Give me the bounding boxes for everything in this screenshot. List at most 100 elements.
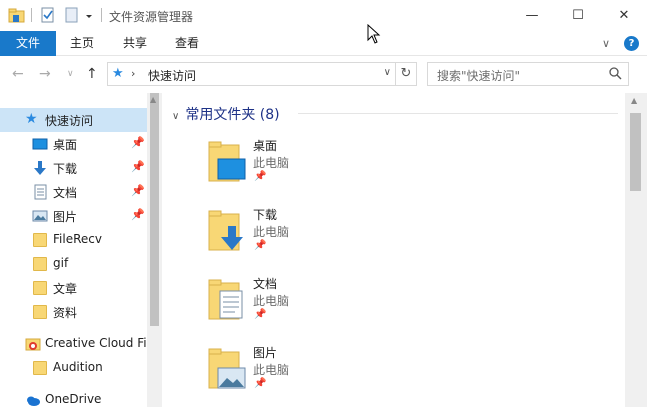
scroll-up-icon[interactable]: ▲ xyxy=(150,95,156,104)
up-arrow-icon[interactable]: ↑ xyxy=(86,66,98,82)
close-icon: ✕ xyxy=(618,8,630,23)
ribbon-tabs: 文件 主页 共享 查看 ∨ ? xyxy=(0,31,647,56)
pin-icon: 📌 xyxy=(254,240,267,251)
breadcrumb-quick-access[interactable]: 快速访问 xyxy=(148,67,196,84)
tile-location: 此电脑 xyxy=(253,156,290,170)
sidebar-item-label: FileRecv xyxy=(53,232,102,246)
refresh-button[interactable]: ↻ xyxy=(396,62,417,86)
folder-tile-documents[interactable]: 文档 此电脑 📌 xyxy=(203,275,403,335)
customize-toolbar-icon[interactable] xyxy=(84,7,94,25)
pin-icon[interactable]: 📌 xyxy=(131,184,145,197)
folder-icon xyxy=(33,281,47,295)
explorer-folder-icon[interactable] xyxy=(8,7,26,25)
sidebar-item-label: Audition xyxy=(53,360,103,374)
sidebar-item-label: 资料 xyxy=(53,306,78,320)
group-divider xyxy=(298,113,618,114)
folder-tile-downloads[interactable]: 下载 此电脑 📌 xyxy=(203,206,403,266)
sidebar-item-gif[interactable]: gif xyxy=(0,252,147,276)
pin-icon: 📌 xyxy=(254,378,267,389)
chevron-down-icon[interactable]: ∨ xyxy=(172,111,179,122)
toolbar-separator xyxy=(101,8,102,22)
sidebar-item-label: 文档 xyxy=(53,186,78,200)
properties-icon[interactable] xyxy=(40,7,56,25)
desktop-folder-icon xyxy=(208,141,246,182)
tab-view[interactable]: 查看 xyxy=(168,31,206,56)
folder-tile-desktop[interactable]: 桌面 此电脑 📌 xyxy=(203,137,403,197)
address-dropdown-icon[interactable]: ∨ xyxy=(384,67,391,78)
scrollbar-thumb[interactable] xyxy=(630,113,641,191)
creative-cloud-icon xyxy=(25,338,41,351)
sidebar-item-label: 桌面 xyxy=(53,138,78,152)
sidebar-item-quick-access[interactable]: ★ 快速访问 xyxy=(0,108,147,132)
pin-icon[interactable]: 📌 xyxy=(131,160,145,173)
tile-location: 此电脑 xyxy=(253,225,290,239)
picture-icon xyxy=(32,210,48,222)
search-placeholder: 搜索"快速访问" xyxy=(437,69,521,83)
tile-location: 此电脑 xyxy=(253,294,290,308)
group-title: 常用文件夹 (8) xyxy=(185,107,280,123)
sidebar-item-label: Creative Cloud Fil xyxy=(45,336,150,350)
download-icon xyxy=(34,161,46,175)
desktop-icon xyxy=(32,138,48,150)
folder-icon xyxy=(33,361,47,375)
tile-name: 文档 xyxy=(253,277,278,291)
sidebar-item-onedrive[interactable]: OneDrive xyxy=(0,388,147,407)
scrollbar-thumb[interactable] xyxy=(150,93,159,326)
sidebar-item-label: 图片 xyxy=(53,210,78,224)
new-folder-icon[interactable] xyxy=(64,7,80,25)
pin-icon[interactable]: 📌 xyxy=(131,136,145,149)
tab-share[interactable]: 共享 xyxy=(116,31,154,56)
forward-arrow-icon[interactable]: → xyxy=(39,66,51,82)
download-folder-icon xyxy=(208,210,243,251)
group-header-frequent-folders[interactable]: ∨ 常用文件夹 (8) xyxy=(172,104,280,124)
minimize-button[interactable]: — xyxy=(509,0,555,31)
pin-icon[interactable]: 📌 xyxy=(131,208,145,221)
title-bar: 文件资源管理器 — ☐ ✕ xyxy=(0,0,647,31)
sidebar-item-label: OneDrive xyxy=(45,392,102,406)
folder-icon xyxy=(33,305,47,319)
maximize-button[interactable]: ☐ xyxy=(555,0,601,31)
maximize-icon: ☐ xyxy=(572,8,584,23)
tile-name: 桌面 xyxy=(253,139,278,153)
address-bar[interactable]: ★ › 快速访问 ∨ xyxy=(107,62,396,86)
content-scrollbar[interactable]: ▲ xyxy=(625,93,647,407)
tab-home[interactable]: 主页 xyxy=(63,31,101,56)
nav-pane-scrollbar[interactable]: ▲ xyxy=(147,93,162,407)
sidebar-item-filerecv[interactable]: FileRecv xyxy=(0,228,147,252)
refresh-icon: ↻ xyxy=(400,66,412,81)
folder-tile-pictures[interactable]: 图片 此电脑 📌 xyxy=(203,344,403,404)
ribbon-expand-icon[interactable]: ∨ xyxy=(602,37,610,50)
close-button[interactable]: ✕ xyxy=(601,0,647,31)
onedrive-icon xyxy=(27,396,40,406)
sidebar-item-articles[interactable]: 文章 xyxy=(0,276,147,300)
sidebar-item-label: gif xyxy=(53,256,69,270)
sidebar-item-label: 快速访问 xyxy=(45,114,94,128)
pin-icon: 📌 xyxy=(254,171,267,182)
back-arrow-icon[interactable]: ← xyxy=(12,66,24,82)
pin-icon: 📌 xyxy=(254,309,267,320)
sidebar-item-audition[interactable]: Audition xyxy=(0,356,147,380)
recent-locations-icon[interactable]: ∨ xyxy=(67,69,74,79)
sidebar-item-documents[interactable]: 文档 📌 xyxy=(0,180,147,204)
search-icon[interactable] xyxy=(608,66,622,80)
help-icon[interactable]: ? xyxy=(624,36,639,51)
search-input[interactable]: 搜索"快速访问" xyxy=(427,62,629,86)
scroll-up-icon[interactable]: ▲ xyxy=(631,96,637,105)
document-folder-icon xyxy=(208,279,243,320)
document-icon xyxy=(34,184,47,200)
sidebar-item-creative-cloud[interactable]: Creative Cloud Fil xyxy=(0,332,150,356)
sidebar-item-downloads[interactable]: 下载 📌 xyxy=(0,156,147,180)
tile-name: 图片 xyxy=(253,346,278,360)
mouse-cursor-icon xyxy=(367,24,381,44)
tile-name: 下载 xyxy=(253,208,278,222)
sidebar-item-materials[interactable]: 资料 xyxy=(0,300,147,324)
content-area: ∨ 常用文件夹 (8) 桌面 此电脑 📌 下载 此电脑 📌 文档 此电脑 📌 图… xyxy=(163,93,625,407)
folder-icon xyxy=(33,257,47,271)
tab-file[interactable]: 文件 xyxy=(0,31,56,56)
sidebar-item-desktop[interactable]: 桌面 📌 xyxy=(0,132,147,156)
toolbar-separator xyxy=(31,8,32,22)
star-icon: ★ xyxy=(25,111,38,127)
sidebar-item-pictures[interactable]: 图片 📌 xyxy=(0,204,147,228)
quick-access-star-icon: ★ xyxy=(112,66,124,81)
sidebar-item-label: 下载 xyxy=(53,162,78,176)
